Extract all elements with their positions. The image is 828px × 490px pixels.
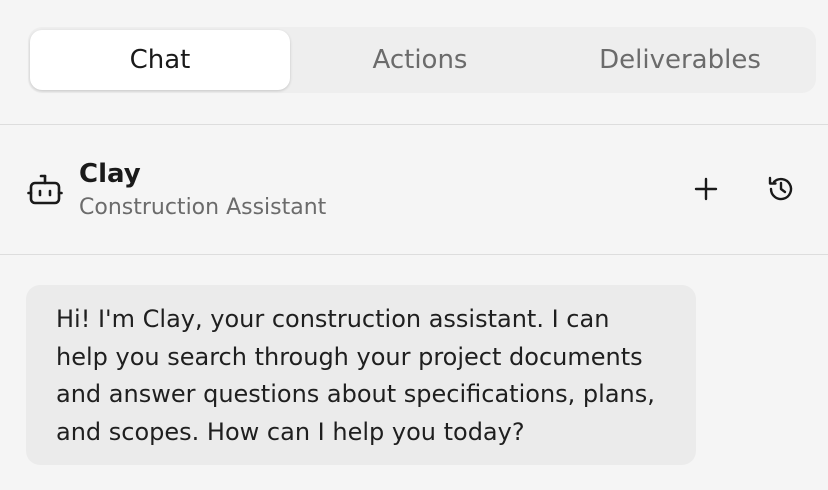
tab-deliverables[interactable]: Deliverables — [550, 30, 810, 90]
assistant-role: Construction Assistant — [79, 195, 327, 220]
history-icon — [766, 174, 796, 208]
history-button[interactable] — [761, 171, 801, 211]
tab-bar: Chat Actions Deliverables — [28, 27, 816, 93]
assistant-message: Hi! I'm Clay, your construction assistan… — [26, 285, 696, 465]
plus-icon — [693, 176, 719, 206]
tab-actions[interactable]: Actions — [290, 30, 550, 90]
chat-panel: Chat Actions Deliverables Clay Construct… — [0, 0, 828, 490]
header-divider-bottom — [0, 254, 828, 255]
assistant-header: Clay Construction Assistant — [0, 125, 828, 254]
tab-chat[interactable]: Chat — [30, 30, 290, 90]
new-chat-button[interactable] — [686, 171, 726, 211]
assistant-name: Clay — [79, 159, 141, 189]
bot-icon — [27, 172, 63, 208]
message-text: Hi! I'm Clay, your construction assistan… — [56, 305, 655, 446]
